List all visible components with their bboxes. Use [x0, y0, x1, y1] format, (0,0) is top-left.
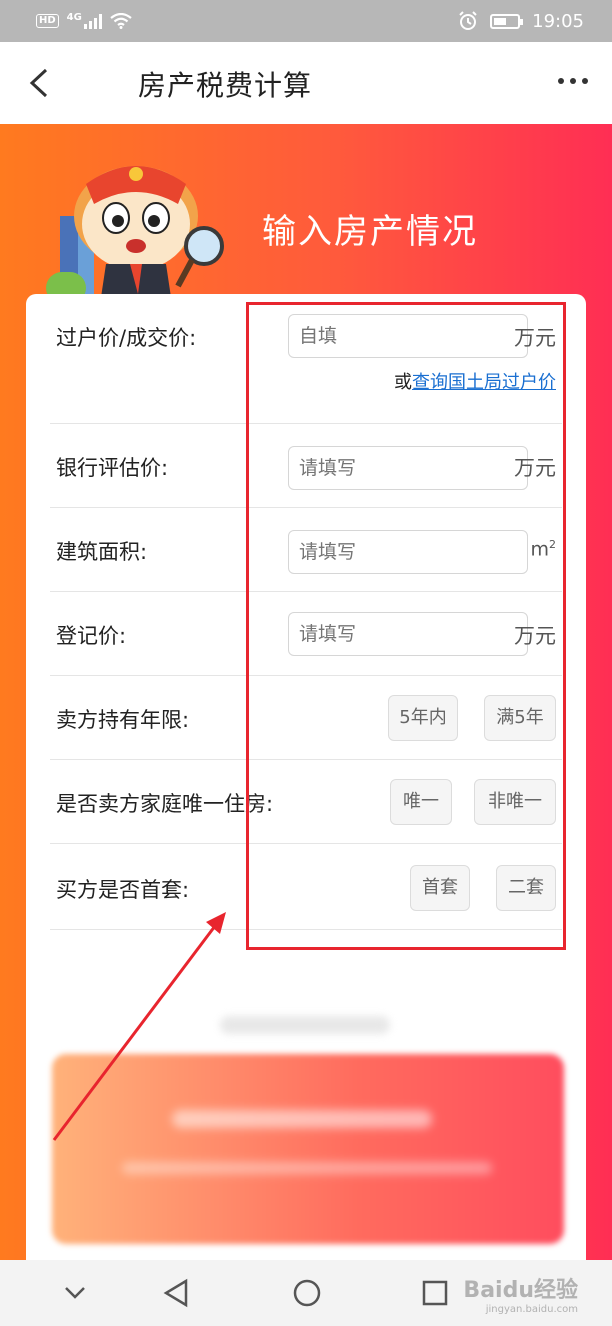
- registered-price-label: 登记价:: [56, 624, 127, 648]
- system-nav-bar: Baidu经验 jingyan.baidu.com: [0, 1260, 612, 1326]
- blurred-promo-banner[interactable]: [52, 1054, 564, 1244]
- alarm-icon: [459, 11, 477, 30]
- chevron-down-icon[interactable]: [62, 1282, 88, 1302]
- nav-bar: 房产税费计算: [0, 42, 612, 124]
- hd-badge: HD: [36, 14, 59, 28]
- building-area-label: 建筑面积:: [56, 540, 148, 564]
- lion-mascot-icon: [46, 166, 224, 304]
- page-title: 房产税费计算: [138, 69, 313, 102]
- blurred-caption: [220, 1016, 390, 1034]
- promo-headline-blur: [172, 1110, 432, 1128]
- status-left: HD 4G: [36, 11, 132, 29]
- back-triangle-icon[interactable]: [162, 1278, 190, 1308]
- status-time: 19:05: [532, 10, 584, 32]
- status-bar: HD 4G 19:05: [0, 0, 612, 42]
- wifi-icon: [110, 13, 132, 29]
- battery-icon: [490, 13, 524, 29]
- recents-square-icon[interactable]: [422, 1280, 448, 1306]
- watermark-url: jingyan.baidu.com: [485, 1304, 578, 1315]
- watermark: Baidu经验 jingyan.baidu.com: [463, 1272, 578, 1315]
- only-home-label: 是否卖方家庭唯一住房:: [56, 792, 274, 816]
- bank-valuation-label: 银行评估价:: [56, 456, 169, 480]
- more-dots-icon[interactable]: [558, 78, 588, 84]
- hero-title: 输入房产情况: [262, 212, 478, 252]
- transfer-price-label: 过户价/成交价:: [56, 326, 197, 350]
- back-arrow-icon[interactable]: [22, 64, 58, 102]
- network-label: 4G: [66, 11, 82, 23]
- annotation-box: [246, 302, 566, 950]
- first-home-label: 买方是否首套:: [56, 878, 190, 902]
- signal-icon: [83, 13, 102, 29]
- home-circle-icon[interactable]: [292, 1278, 322, 1308]
- watermark-brand: Baidu经验: [463, 1278, 578, 1303]
- promo-subline-blur: [122, 1162, 492, 1174]
- holding-years-label: 卖方持有年限:: [56, 708, 190, 732]
- status-right: 19:05: [458, 11, 584, 32]
